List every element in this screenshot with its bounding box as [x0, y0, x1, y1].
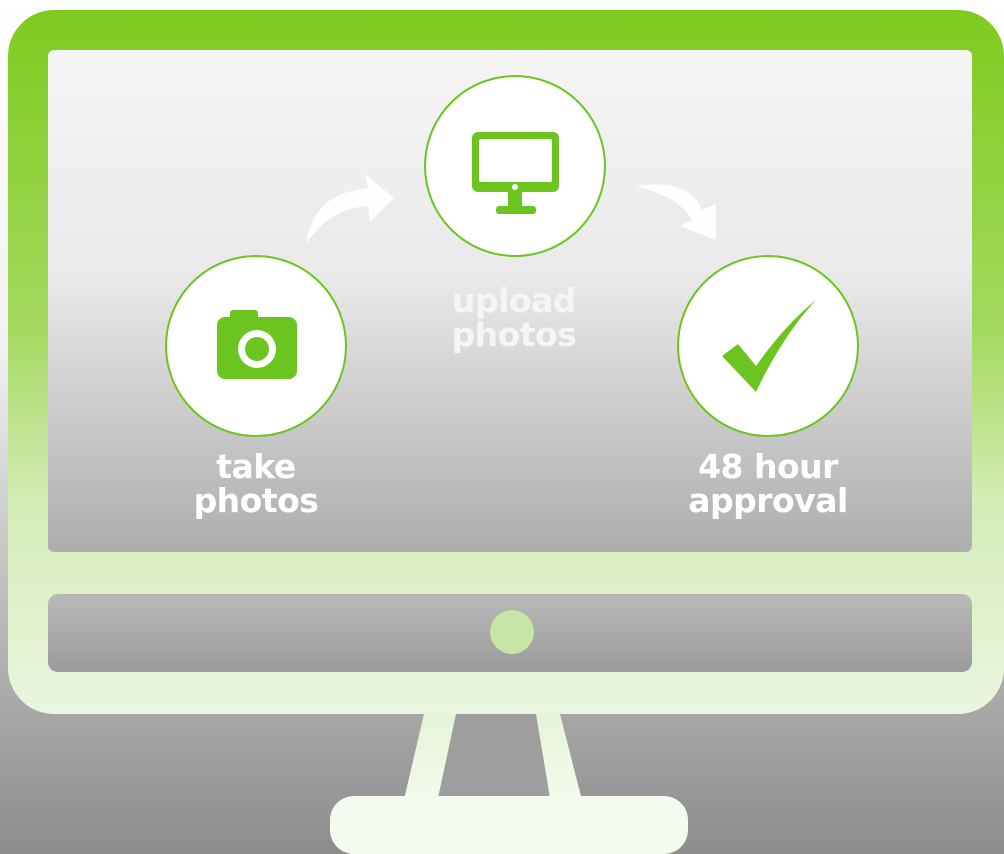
step-label-line: 48 hour: [698, 447, 838, 486]
step-label-line: upload: [452, 281, 577, 320]
step-label-line: photos: [451, 315, 577, 354]
step-label-line: take: [216, 447, 296, 486]
monitor-power-dot: [490, 610, 534, 654]
step-upload-photos: [424, 75, 606, 257]
camera-icon: [217, 310, 297, 379]
step-take-photos: [165, 255, 347, 437]
step-label-take-photos: take photos: [136, 450, 376, 518]
step-label-line: approval: [688, 481, 848, 520]
step-circle: [677, 255, 859, 437]
monitor-illustration: [8, 10, 1004, 854]
monitor-stand-base: [330, 796, 688, 854]
step-label-upload-photos: upload photos: [394, 284, 634, 352]
monitor-stand-neck-inner: [438, 714, 550, 798]
step-label-line: photos: [193, 481, 319, 520]
step-48-hour-approval: [677, 255, 859, 437]
step-label-48-hour-approval: 48 hour approval: [648, 450, 888, 518]
